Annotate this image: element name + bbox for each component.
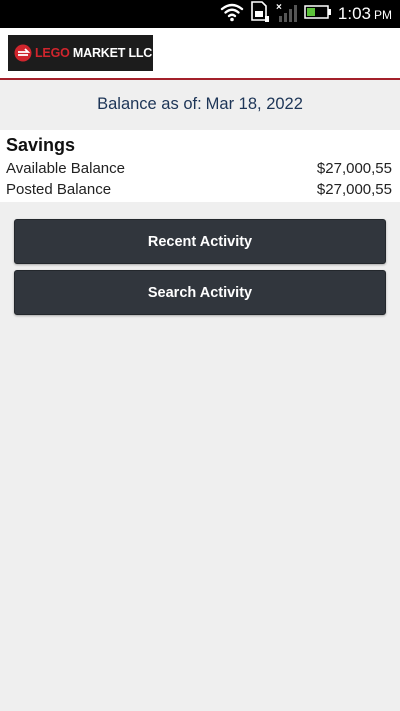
search-activity-button[interactable]: Search Activity [14,270,386,315]
posted-balance-value: $27,000,55 [316,181,392,198]
recent-activity-button[interactable]: Recent Activity [14,219,386,264]
available-balance-value: $27,000,55 [316,160,392,177]
signal-icon: × [276,1,298,28]
status-time: 1:03 PM [338,4,392,24]
status-bar: × 1:03 PM [0,0,400,28]
balance-as-of-date: Mar 18, 2022 [205,94,303,113]
status-ampm: PM [374,8,392,22]
status-icons: × 1:03 PM [220,0,392,28]
available-balance-row: Available Balance $27,000,55 [6,158,392,179]
balance-as-of-label: Balance as of: [97,94,202,113]
status-time-value: 1:03 [337,4,371,23]
balance-as-of: Balance as of: Mar 18, 2022 [0,80,400,128]
logo-text-red: LEGO [35,46,70,60]
logo-mark-icon [14,44,32,62]
posted-balance-row: Posted Balance $27,000,55 [6,179,392,200]
logo-text-white: MARKET LLC [69,46,153,60]
app-header: LEGO MARKET LLC [0,28,400,80]
sim-card-icon [250,0,270,28]
available-balance-label: Available Balance [6,160,125,177]
logo-text: LEGO MARKET LLC [35,46,152,60]
account-name: Savings [6,135,76,155]
battery-icon [304,4,332,25]
account-card[interactable]: Savings Available Balance $27,000,55 Pos… [0,130,400,202]
svg-text:×: × [276,2,282,13]
posted-balance-label: Posted Balance [6,181,112,198]
company-logo[interactable]: LEGO MARKET LLC [8,35,153,71]
wifi-icon [220,2,244,27]
